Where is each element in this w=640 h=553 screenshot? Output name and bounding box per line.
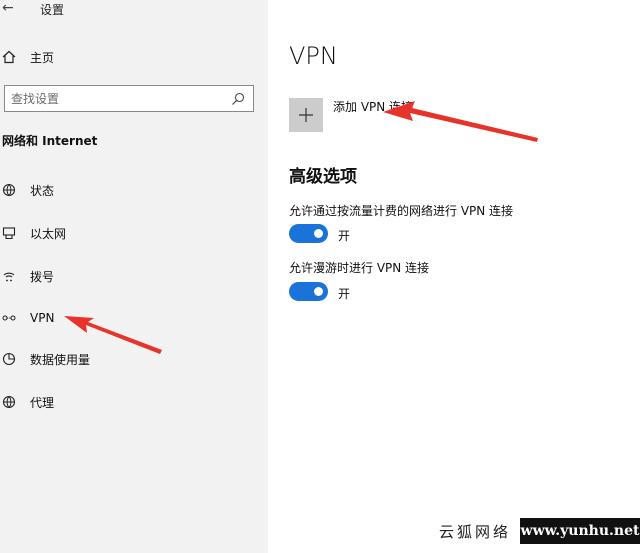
sidebar-item-proxy[interactable]: 代理 xyxy=(0,387,268,417)
home-icon xyxy=(1,49,17,65)
vpn-icon xyxy=(1,310,17,326)
plus-icon xyxy=(299,108,313,122)
sidebar-item-data-usage[interactable]: 数据使用量 xyxy=(0,344,268,374)
search-icon[interactable] xyxy=(231,91,245,105)
advanced-options-title: 高级选项 xyxy=(289,167,357,187)
sidebar-item-label: VPN xyxy=(30,311,55,325)
toggle-knob xyxy=(314,229,323,238)
sidebar-item-label: 代理 xyxy=(30,395,55,410)
toggle-knob xyxy=(314,287,323,296)
add-vpn-connection[interactable]: 添加 VPN 连接 xyxy=(289,98,413,132)
sidebar-item-label: 拨号 xyxy=(30,269,55,284)
option-label-roaming: 允许漫游时进行 VPN 连接 xyxy=(289,261,430,275)
proxy-icon xyxy=(1,394,17,410)
globe-icon xyxy=(1,182,17,198)
add-vpn-button[interactable] xyxy=(289,98,323,132)
page-title: VPN xyxy=(289,42,338,70)
metered-vpn-toggle[interactable] xyxy=(289,224,328,243)
dialup-icon xyxy=(1,268,17,284)
sidebar-item-label: 主页 xyxy=(30,50,55,65)
add-vpn-label[interactable]: 添加 VPN 连接 xyxy=(333,98,413,115)
sidebar-item-ethernet[interactable]: 以太网 xyxy=(0,218,268,248)
roaming-vpn-toggle[interactable] xyxy=(289,282,328,301)
window-title: 设置 xyxy=(40,3,65,17)
toggle-state-label: 开 xyxy=(338,229,351,243)
sidebar: ← 设置 主页 网络和 Internet 状态 以太网 拨号 xyxy=(0,0,268,553)
watermark-url: www.yunhu.net xyxy=(520,518,640,544)
sidebar-item-status[interactable]: 状态 xyxy=(0,175,268,205)
watermark: 云狐网络 www.yunhu.net xyxy=(430,518,640,544)
sidebar-item-label: 以太网 xyxy=(30,226,67,241)
main-content: VPN 添加 VPN 连接 高级选项 允许通过按流量计费的网络进行 VPN 连接… xyxy=(268,0,640,553)
sidebar-item-dialup[interactable]: 拨号 xyxy=(0,261,268,291)
sidebar-item-label: 状态 xyxy=(30,183,55,198)
search-field[interactable] xyxy=(4,85,254,112)
toggle-state-label: 开 xyxy=(338,287,351,301)
data-usage-icon xyxy=(1,351,17,367)
sidebar-item-home[interactable]: 主页 xyxy=(0,42,268,72)
watermark-text: 云狐网络 xyxy=(430,518,520,544)
search-input[interactable] xyxy=(11,89,226,108)
back-arrow-icon[interactable]: ← xyxy=(2,0,14,16)
section-title: 网络和 Internet xyxy=(2,134,98,148)
option-label-metered: 允许通过按流量计费的网络进行 VPN 连接 xyxy=(289,204,514,218)
ethernet-icon xyxy=(1,225,17,241)
sidebar-item-label: 数据使用量 xyxy=(30,352,91,367)
sidebar-item-vpn[interactable]: VPN xyxy=(0,303,268,333)
